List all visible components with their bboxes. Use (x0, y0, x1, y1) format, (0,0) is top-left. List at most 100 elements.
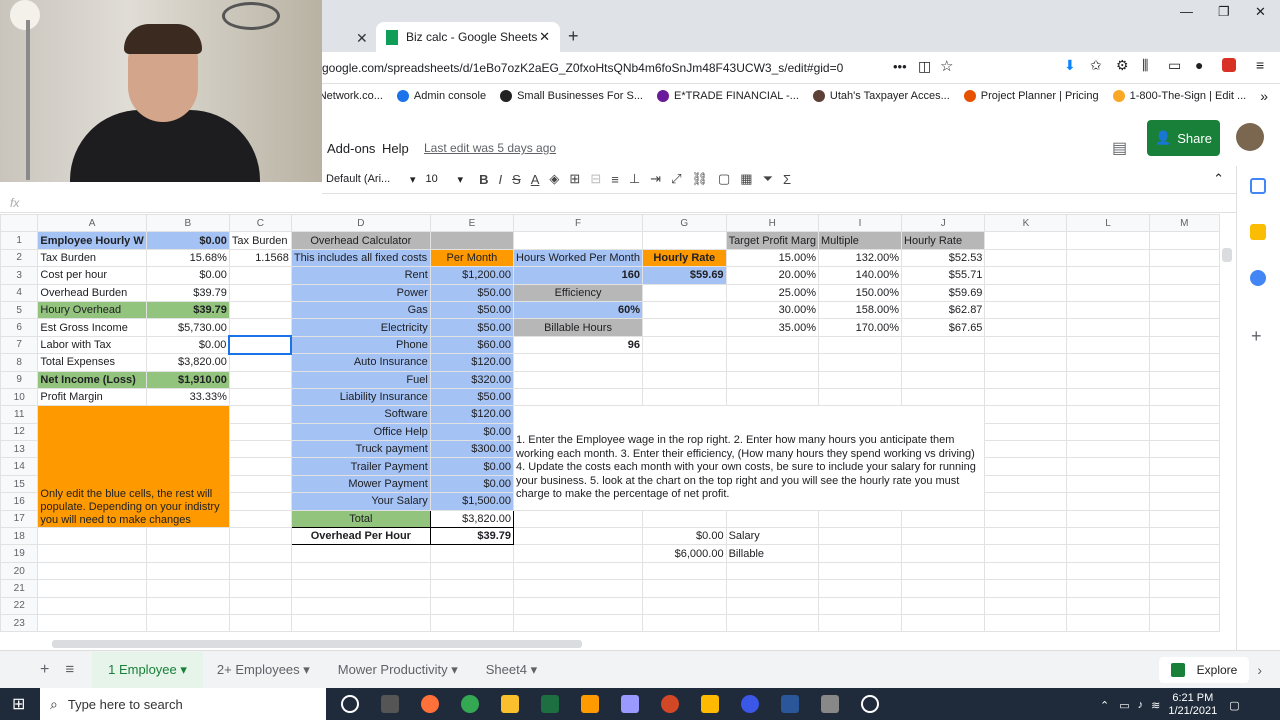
library-icon[interactable]: ⫼ (1142, 57, 1148, 74)
row-header[interactable]: 22 (0, 596, 39, 615)
task-view-icon[interactable] (381, 695, 399, 713)
cell-d4[interactable]: Power (290, 283, 431, 302)
cell-h5[interactable]: 30.00% (725, 300, 819, 320)
cell[interactable] (513, 370, 644, 389)
window-close-icon[interactable]: ✕ (1255, 4, 1266, 20)
cell[interactable] (1148, 474, 1220, 494)
sidebar-icon[interactable]: ▭ (1168, 57, 1181, 74)
cell[interactable] (145, 613, 230, 633)
cell[interactable] (901, 527, 986, 546)
cell[interactable] (1066, 474, 1150, 494)
cell-j1[interactable]: Hourly Rate (901, 231, 986, 250)
cell[interactable] (37, 561, 147, 581)
cell[interactable] (901, 544, 986, 563)
bookmark-star-icon[interactable]: ☆ (940, 57, 953, 75)
cell[interactable] (1148, 527, 1220, 546)
cell[interactable] (817, 509, 903, 529)
cell[interactable] (429, 613, 515, 633)
cell-d8[interactable]: Auto Insurance (290, 353, 431, 372)
cell[interactable] (228, 318, 292, 337)
cell[interactable] (1148, 318, 1220, 337)
column-header[interactable]: A (37, 214, 147, 233)
cell-d18[interactable]: Overhead Per Hour (290, 527, 431, 546)
text-color-icon[interactable]: A (531, 172, 540, 187)
cell-d16[interactable]: Your Salary (290, 492, 431, 511)
cell[interactable] (984, 579, 1068, 598)
cell[interactable] (642, 561, 727, 581)
cell-e8[interactable]: $120.00 (429, 353, 515, 372)
cell-d17[interactable]: Total (290, 509, 431, 529)
cell-e18[interactable]: $39.79 (429, 527, 515, 546)
chevron-right-icon[interactable]: » (1260, 88, 1268, 104)
cell[interactable] (513, 596, 644, 615)
link-icon[interactable]: ⛓ (691, 171, 708, 187)
cell[interactable] (984, 300, 1068, 320)
excel-icon[interactable] (541, 695, 559, 713)
cell[interactable] (984, 335, 1068, 355)
column-header[interactable]: D (290, 214, 431, 233)
cell[interactable] (1066, 561, 1150, 581)
premiere-icon[interactable] (621, 695, 639, 713)
cell-e13[interactable]: $300.00 (429, 440, 515, 459)
cell[interactable] (817, 596, 903, 615)
cell[interactable] (1066, 613, 1150, 633)
windows-start-icon[interactable]: ⊞ (12, 694, 25, 714)
share-button[interactable]: 👤 Share (1147, 120, 1220, 156)
cell-g3[interactable]: $59.69 (642, 266, 727, 285)
cell[interactable] (1148, 353, 1220, 372)
cell[interactable] (513, 561, 644, 581)
borders-icon[interactable]: ⊞ (569, 171, 580, 187)
cell[interactable] (642, 596, 727, 615)
new-tab-icon[interactable]: + (568, 26, 579, 47)
tasks-icon[interactable] (1250, 270, 1266, 286)
cell[interactable] (290, 613, 431, 633)
italic-icon[interactable]: I (498, 172, 502, 187)
cell[interactable] (429, 544, 515, 563)
add-sheet-icon[interactable]: + (40, 661, 49, 679)
more-icon[interactable]: ••• (893, 59, 907, 74)
volume-icon[interactable]: ♪ (1138, 699, 1144, 711)
cell[interactable] (513, 509, 644, 529)
notifications-icon[interactable]: ▢ (1229, 699, 1239, 712)
cell-b5[interactable]: $39.79 (145, 300, 230, 320)
cell-i4[interactable]: 150.00% (817, 283, 903, 302)
cell[interactable] (725, 561, 819, 581)
cell[interactable] (228, 353, 292, 372)
cell[interactable] (1148, 613, 1220, 633)
cell[interactable] (642, 318, 727, 337)
column-header[interactable]: F (513, 214, 644, 233)
cell-d10[interactable]: Liability Insurance (290, 387, 431, 407)
bookmark-item[interactable]: Project Planner | Pricing (963, 90, 1099, 102)
column-header[interactable]: K (984, 214, 1068, 233)
cell-a3[interactable]: Cost per hour (37, 266, 147, 285)
font-select[interactable]: Default (Ari... (326, 173, 402, 185)
cell-e16[interactable]: $1,500.00 (429, 492, 515, 511)
row-header[interactable]: 6 (0, 318, 39, 337)
cell[interactable] (1148, 544, 1220, 563)
cell[interactable] (817, 613, 903, 633)
cell-h19[interactable]: Billable (725, 544, 819, 563)
cell[interactable] (1148, 300, 1220, 320)
cell[interactable] (1066, 266, 1150, 285)
cell[interactable] (725, 335, 819, 355)
cell[interactable] (1066, 579, 1150, 598)
cell[interactable] (145, 527, 230, 546)
cell-b6[interactable]: $5,730.00 (145, 318, 230, 337)
cell[interactable] (1148, 283, 1220, 302)
cell[interactable] (1066, 596, 1150, 615)
cell[interactable] (1066, 387, 1150, 407)
cell[interactable] (228, 509, 292, 529)
cell[interactable] (1148, 422, 1220, 442)
row-header[interactable]: 5 (0, 300, 39, 320)
cell-e3[interactable]: $1,200.00 (429, 266, 515, 285)
cell[interactable] (984, 544, 1068, 563)
cell[interactable] (642, 613, 727, 633)
cell[interactable] (1148, 561, 1220, 581)
cell[interactable] (513, 544, 644, 563)
cell-d3[interactable]: Rent (290, 266, 431, 285)
cell-g1[interactable] (642, 231, 727, 250)
vertical-scrollbar[interactable] (1220, 234, 1234, 638)
cell[interactable] (228, 474, 292, 494)
row-header[interactable]: 21 (0, 579, 39, 598)
cell-a10[interactable]: Profit Margin (37, 387, 147, 407)
